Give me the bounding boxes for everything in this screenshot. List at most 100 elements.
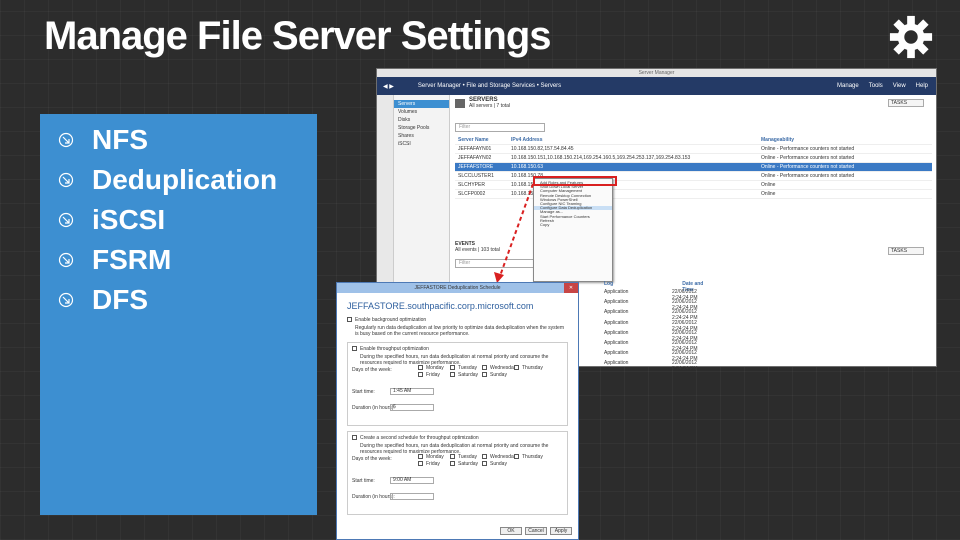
day-option[interactable]: Saturday [450, 372, 480, 378]
event-row[interactable]: Application 22/06/2012 2:24:24 PM [604, 339, 714, 352]
events-tasks-dropdown[interactable]: TASKS [888, 247, 924, 255]
event-log: Application [604, 360, 629, 367]
day-option[interactable]: Saturday [450, 461, 480, 467]
start-time-input-2[interactable]: 9:00 AM [390, 477, 434, 484]
day-label: Thursday [522, 365, 543, 371]
event-log: Application [604, 350, 629, 357]
day-option[interactable]: Sunday [482, 372, 512, 378]
events-filter-input[interactable]: Filter [455, 259, 545, 268]
table-row[interactable]: JEFFAFAYN01 10.168.150.82,157.54.84.45 Onl… [455, 145, 932, 154]
start-time-input[interactable]: 1:45 AM [390, 388, 434, 395]
enable-optimization-label: Enable background optimization [355, 317, 427, 323]
day-checkbox[interactable] [482, 372, 487, 378]
day-checkbox[interactable] [450, 454, 455, 460]
start-time-label-2: Start time: [352, 478, 375, 484]
duration-input[interactable]: 6 [390, 404, 434, 411]
filter-input[interactable]: Filter [455, 123, 545, 132]
event-date: 22/06/2012 2:24:24 PM [671, 319, 698, 332]
day-checkbox[interactable] [482, 461, 487, 467]
tasks-dropdown[interactable]: TASKS [888, 99, 924, 107]
sidebar-item-servers[interactable]: Servers [394, 100, 449, 108]
day-option[interactable]: Wednesday [482, 365, 516, 371]
event-row[interactable]: Application 22/06/2012 2:24:24 PM [604, 360, 714, 372]
day-option[interactable]: Wednesday [482, 454, 516, 460]
event-row[interactable]: Application 22/06/2012 2:24:24 PM [604, 289, 714, 301]
day-option[interactable]: Thursday [514, 454, 544, 460]
sidebar-item-disks[interactable]: Disks [394, 116, 449, 124]
throughput-checkbox[interactable] [352, 346, 357, 352]
day-option[interactable]: Friday [418, 372, 448, 378]
day-option[interactable]: Sunday [482, 461, 512, 467]
event-row[interactable]: Application 22/06/2012 2:24:24 PM [604, 299, 714, 311]
sidebar-item-shares[interactable]: Shares [394, 132, 449, 140]
duration-label-2: Duration (in hours): [352, 494, 395, 500]
column-header[interactable]: IPv4 Address [511, 136, 761, 144]
context-menu-item[interactable]: Copy [534, 222, 612, 227]
column-header[interactable]: Manageability [761, 136, 932, 144]
table-row[interactable]: SLCCLUSTER1 10.168.150.78 Online - Perform… [455, 172, 932, 181]
server-status: Online - Performance counters not starte… [761, 155, 855, 161]
day-option[interactable]: Thursday [514, 365, 544, 371]
day-label: Tuesday [458, 454, 477, 460]
arrow-down-right-icon [40, 132, 92, 148]
servers-folder-icon [455, 99, 465, 108]
column-header[interactable]: Server Name [455, 136, 511, 144]
event-log: Application [604, 339, 629, 346]
day-checkbox[interactable] [482, 365, 487, 371]
menu-item-view[interactable]: View [893, 83, 906, 89]
day-option[interactable]: Tuesday [450, 365, 480, 371]
day-checkbox[interactable] [514, 454, 519, 460]
table-row[interactable]: SLCHYPER 10.168.150.89 Online [455, 181, 932, 190]
arrow-down-right-icon [40, 172, 92, 188]
event-row[interactable]: Application 22/06/2012 2:24:24 PM [604, 309, 714, 321]
day-checkbox[interactable] [450, 365, 455, 371]
servers-count: All servers | 7 total [469, 103, 511, 109]
apply-button[interactable]: Apply [550, 527, 572, 535]
cancel-button[interactable]: Cancel [525, 527, 547, 535]
table-row[interactable]: JEFFAFAYN02 10.168.150.151,10.168.150.214… [455, 154, 932, 163]
throughput-section: Enable throughput optimization During th… [347, 342, 568, 426]
day-label: Thursday [522, 454, 543, 460]
server-status: Online - Performance counters not starte… [761, 164, 855, 170]
back-icon[interactable]: ◀ ▶ [383, 83, 394, 90]
event-date: 22/06/2012 2:24:24 PM [671, 350, 698, 363]
menu-item-tools[interactable]: Tools [869, 83, 883, 89]
day-checkbox[interactable] [418, 454, 423, 460]
duration-input-2[interactable] [390, 493, 434, 500]
day-option[interactable]: Monday [418, 365, 448, 371]
day-checkbox[interactable] [482, 454, 487, 460]
sidebar-item-iscsi[interactable]: iSCSI [394, 140, 449, 148]
event-row[interactable]: Application 22/06/2012 2:24:24 PM [604, 319, 714, 332]
day-checkbox[interactable] [418, 461, 423, 467]
event-row[interactable]: Application 22/06/2012 2:24:24 PM [604, 350, 714, 363]
ok-button[interactable]: OK [500, 527, 522, 535]
day-option[interactable]: Monday [418, 454, 448, 460]
server-name: SLCHYPER [458, 182, 485, 188]
second-schedule-checkbox[interactable] [352, 435, 357, 441]
sidebar-item-volumes[interactable]: Volumes [394, 108, 449, 116]
server-name: JEFFAFSTORE [458, 164, 494, 170]
day-label: Friday [426, 372, 440, 378]
menu-item-manage[interactable]: Manage [837, 83, 859, 89]
day-checkbox[interactable] [418, 365, 423, 371]
day-option[interactable]: Friday [418, 461, 448, 467]
second-schedule-label: Create a second schedule for throughput … [360, 435, 479, 441]
event-row[interactable]: Application 22/06/2012 2:24:24 PM [604, 329, 714, 342]
close-icon[interactable]: ✕ [564, 283, 578, 293]
bullet-item: iSCSI [40, 200, 317, 240]
day-label: Monday [426, 365, 444, 371]
table-row[interactable]: JEFFAFSTORE 10.168.150.63 Online - Perform… [455, 163, 932, 172]
day-checkbox[interactable] [450, 372, 455, 378]
enable-optimization-checkbox[interactable] [347, 317, 352, 323]
day-checkbox[interactable] [450, 461, 455, 467]
sidebar-item-storage-pools[interactable]: Storage Pools [394, 124, 449, 132]
day-checkbox[interactable] [514, 365, 519, 371]
menu-item-help[interactable]: Help [916, 83, 928, 89]
day-option[interactable]: Tuesday [450, 454, 480, 460]
day-checkbox[interactable] [418, 372, 423, 378]
server-status: Online - Performance counters not starte… [761, 146, 855, 152]
event-log: Application [604, 329, 629, 336]
events-section: EVENTS All events | 103 total Filter [455, 241, 545, 272]
day-label: Saturday [458, 372, 479, 378]
table-row[interactable]: SLCFP0002 10.168.150.144 Online [455, 190, 932, 199]
